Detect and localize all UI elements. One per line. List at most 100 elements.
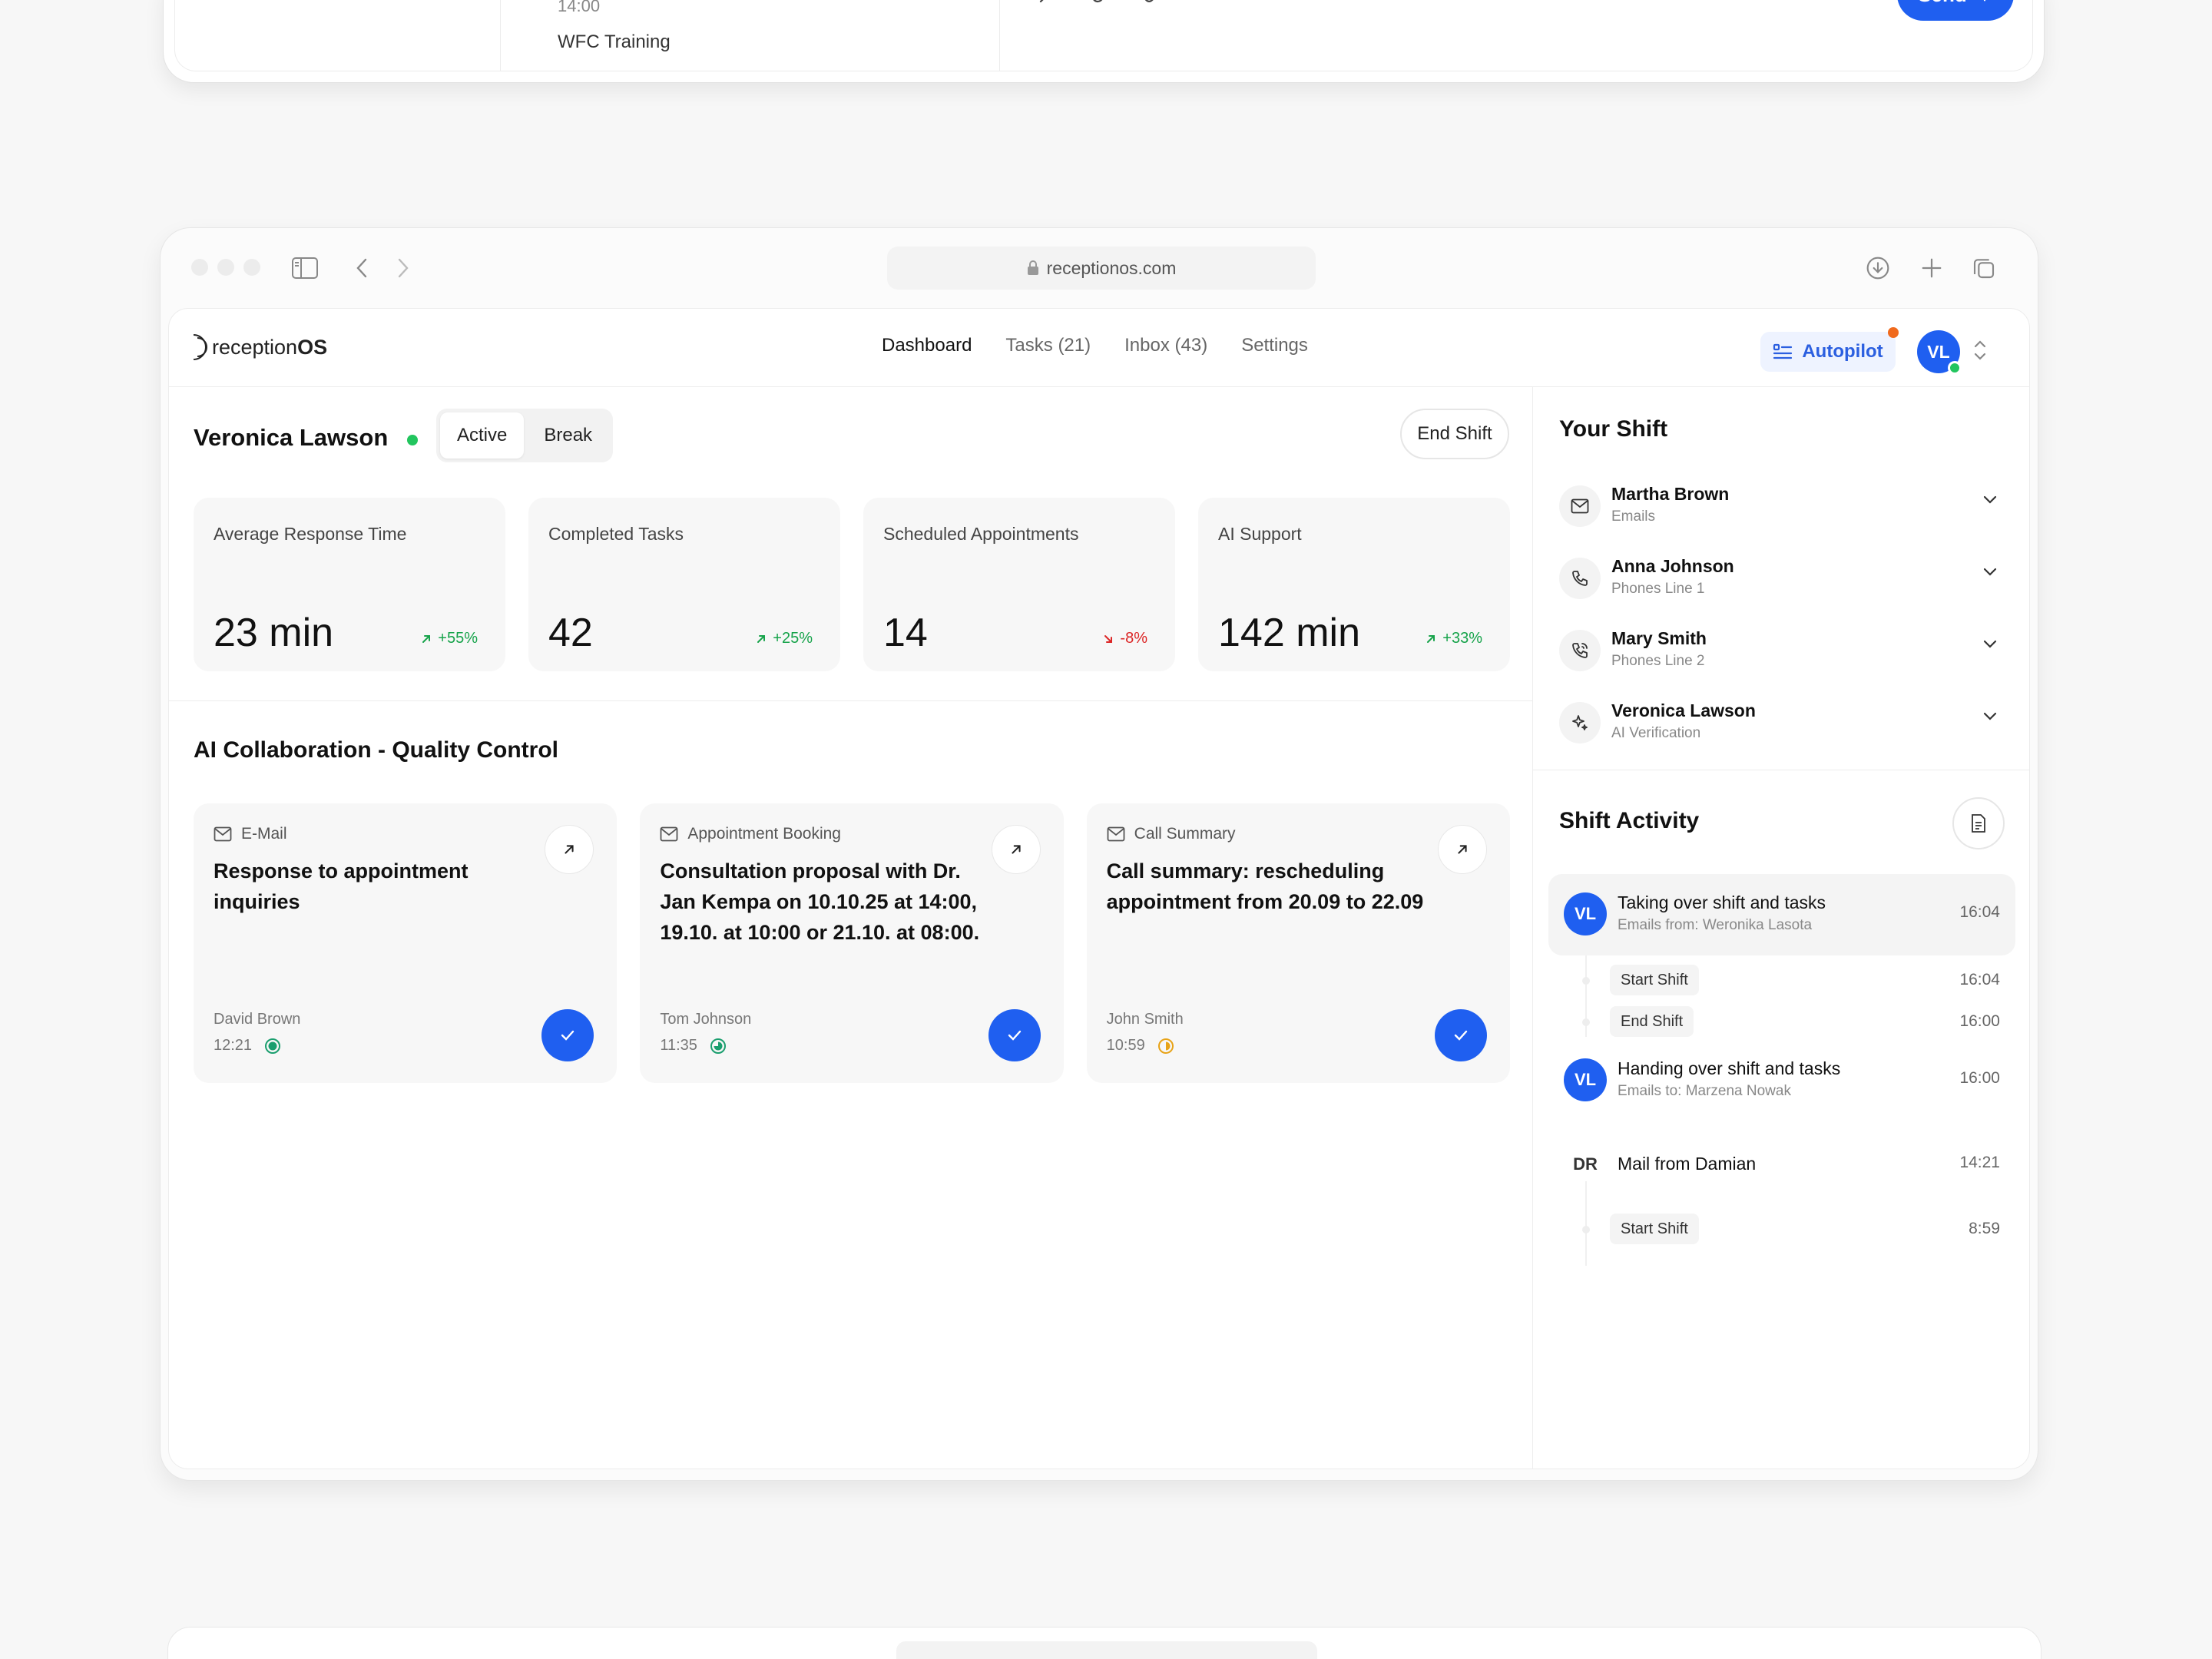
arrow-up-icon xyxy=(1983,0,1985,2)
arrow-up-right-icon xyxy=(422,634,431,643)
stat-delta: +55% xyxy=(421,630,478,647)
card-text: Call summary: rescheduling appointment f… xyxy=(1106,859,1424,913)
send-label: Send xyxy=(1918,0,1967,7)
check-icon xyxy=(1454,1030,1468,1041)
magic-wand-icon[interactable] xyxy=(1035,0,1061,7)
app-header: receptionOS Dashboard Tasks (21) Inbox (… xyxy=(169,309,2029,387)
sparkle-icon xyxy=(1559,702,1601,743)
card-category-label: E-Mail xyxy=(241,825,287,843)
stat-card-scheduled-appointments: Scheduled Appointments 14 -8% xyxy=(863,498,1175,671)
stat-delta-text: -8% xyxy=(1120,630,1147,647)
nav-dashboard[interactable]: Dashboard xyxy=(882,335,972,356)
previous-list: 14:00 WFC Training xyxy=(501,0,1000,71)
stats-row: Average Response Time 23 min +55% Comple… xyxy=(194,498,1510,671)
open-card-button[interactable] xyxy=(1437,825,1487,874)
document-icon xyxy=(1972,814,1985,833)
report-button[interactable] xyxy=(1952,797,2005,849)
end-shift-button[interactable]: End Shift xyxy=(1400,409,1509,459)
dashboard-main: Veronica Lawson Active Break End Shift A… xyxy=(169,387,1533,1469)
new-tab-icon[interactable] xyxy=(1918,254,1945,282)
compose-toolbar xyxy=(1035,0,1166,7)
activity-subtitle: Emails to: Marzena Nowak xyxy=(1618,1083,1791,1099)
shift-member-row[interactable]: Veronica Lawson AI Verification xyxy=(1559,690,2005,762)
shift-panel: Your Shift Martha Brown Emails Anna John… xyxy=(1533,387,2029,1469)
shift-member-row[interactable]: Anna Johnson Phones Line 1 xyxy=(1559,545,2005,618)
activity-title: Taking over shift and tasks xyxy=(1618,892,1826,912)
notification-dot xyxy=(1888,327,1899,338)
autopilot-label: Autopilot xyxy=(1802,341,1883,362)
status-break-option[interactable]: Break xyxy=(527,412,609,459)
next-address-bar xyxy=(896,1641,1317,1659)
qc-card[interactable]: Call Summary Call summary: rescheduling … xyxy=(1086,803,1510,1083)
next-window xyxy=(167,1627,2041,1659)
approve-button[interactable] xyxy=(988,1009,1041,1061)
shift-member-row[interactable]: Martha Brown Emails xyxy=(1559,473,2005,545)
activity-title: Mail from Damian xyxy=(1618,1154,1757,1174)
tabs-overview-icon[interactable] xyxy=(1970,254,1998,282)
open-card-button[interactable] xyxy=(545,825,594,874)
approve-button[interactable] xyxy=(541,1009,594,1061)
qc-card[interactable]: E-Mail Response to appointment inquiries… xyxy=(194,803,618,1083)
approve-button[interactable] xyxy=(1434,1009,1487,1061)
card-time-text: 10:59 xyxy=(1106,1037,1145,1054)
check-icon xyxy=(561,1030,575,1041)
open-card-button[interactable] xyxy=(991,825,1041,874)
nav-tasks[interactable]: Tasks (21) xyxy=(1005,335,1091,356)
stat-delta: +25% xyxy=(756,630,813,647)
list-settings-icon xyxy=(1773,343,1793,359)
send-button[interactable]: Send xyxy=(1897,0,2014,21)
forward-icon[interactable] xyxy=(389,254,417,282)
back-icon[interactable] xyxy=(348,254,376,282)
minimize-window-button[interactable] xyxy=(217,259,234,276)
shift-member-row[interactable]: Mary Smith Phones Line 2 xyxy=(1559,618,2005,690)
status-active-option[interactable]: Active xyxy=(440,412,525,459)
card-category: Appointment Booking xyxy=(660,825,841,843)
nav-inbox[interactable]: Inbox (43) xyxy=(1124,335,1207,356)
arrow-up-right-icon xyxy=(757,634,766,643)
chevron-down-icon[interactable] xyxy=(1982,495,1998,509)
stat-value: 142 min xyxy=(1218,611,1360,655)
shift-member-role: AI Verification xyxy=(1611,725,1701,741)
section-title: AI Collaboration - Quality Control xyxy=(194,737,558,763)
activity-item[interactable]: VL Handing over shift and tasks Emails t… xyxy=(1548,1040,2015,1121)
chevron-down-icon[interactable] xyxy=(1982,639,1998,654)
stat-value: 23 min xyxy=(214,611,334,655)
window-controls xyxy=(191,259,260,276)
chevron-down-icon[interactable] xyxy=(1982,567,1998,581)
activity-time: 16:04 xyxy=(1959,971,2000,988)
previous-item-time: 14:00 xyxy=(558,0,601,15)
chevron-down-icon[interactable] xyxy=(1982,711,1998,726)
paperclip-icon[interactable] xyxy=(1088,0,1114,7)
previous-item-title[interactable]: WFC Training xyxy=(558,31,671,53)
main-nav: Dashboard Tasks (21) Inbox (43) Settings xyxy=(882,335,1308,356)
close-window-button[interactable] xyxy=(191,259,208,276)
activity-item[interactable]: VL Taking over shift and tasks Emails fr… xyxy=(1548,874,2015,955)
nav-settings[interactable]: Settings xyxy=(1241,335,1308,356)
logo[interactable]: receptionOS xyxy=(190,332,327,363)
timeline-dot xyxy=(1582,977,1590,985)
mail-icon xyxy=(1107,826,1125,842)
maximize-window-button[interactable] xyxy=(243,259,260,276)
sidebar-toggle-icon[interactable] xyxy=(291,254,319,282)
card-time-text: 11:35 xyxy=(660,1037,697,1054)
activity-item[interactable]: DR Mail from Damian 14:21 xyxy=(1548,1124,2015,1206)
arrow-up-right-icon xyxy=(1458,845,1467,854)
shift-member-role: Phones Line 2 xyxy=(1611,653,1705,669)
qc-card[interactable]: Appointment Booking Consultation proposa… xyxy=(640,803,1064,1083)
activity-time: 8:59 xyxy=(1969,1220,2000,1237)
card-category: E-Mail xyxy=(214,825,287,843)
autopilot-button[interactable]: Autopilot xyxy=(1760,332,1896,372)
download-icon[interactable] xyxy=(1864,254,1892,282)
card-text: Response to appointment inquiries xyxy=(214,859,469,913)
address-bar[interactable]: receptionos.com xyxy=(887,247,1316,290)
status-ring-icon xyxy=(265,1038,281,1054)
card-time-text: 12:21 xyxy=(214,1037,253,1054)
stat-delta: +33% xyxy=(1426,630,1482,647)
card-category-label: Call Summary xyxy=(1134,825,1236,843)
chevron-up-down-icon[interactable] xyxy=(1972,336,1988,368)
phone-call-icon xyxy=(1559,630,1601,671)
activity-subitem: Start Shift 16:04 xyxy=(1548,959,2015,1000)
link-icon[interactable] xyxy=(1140,0,1166,7)
previous-window-content: 14:00 WFC Training Send xyxy=(174,0,2033,71)
stat-card-completed-tasks: Completed Tasks 42 +25% xyxy=(528,498,840,671)
